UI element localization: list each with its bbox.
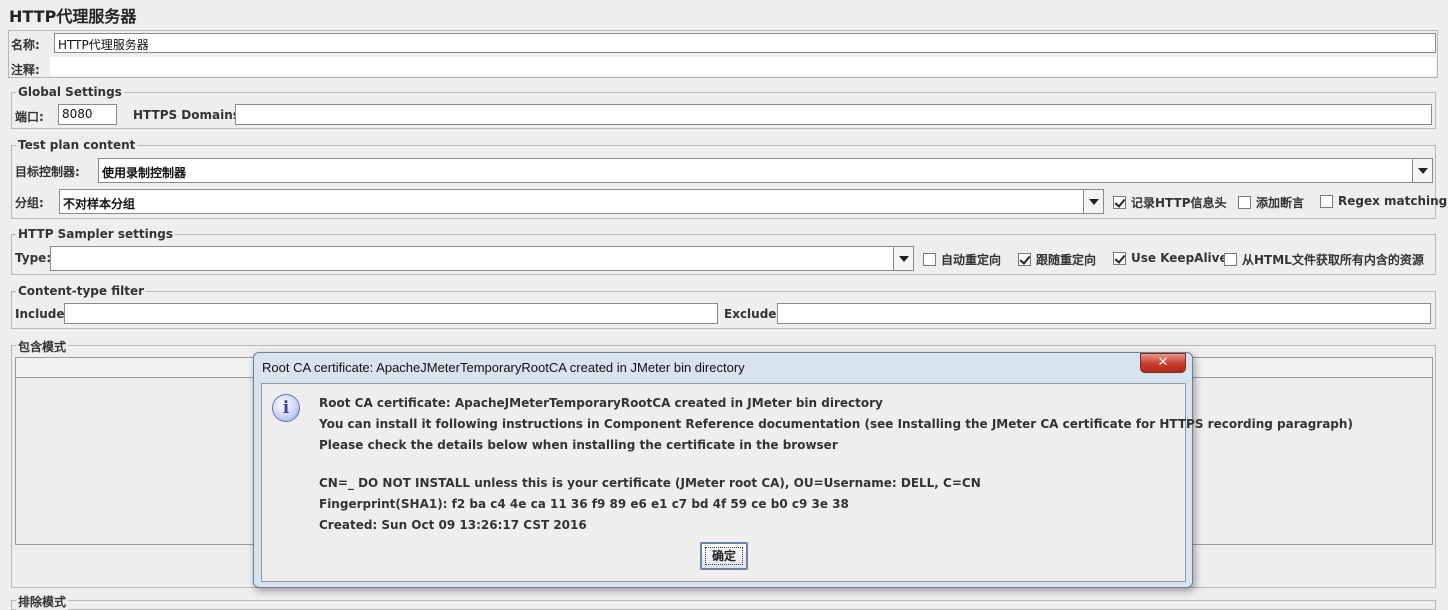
include-patterns-legend: 包含模式 xyxy=(16,338,69,355)
target-controller-label: 目标控制器: xyxy=(15,165,80,179)
https-domains-label: HTTPS Domains : xyxy=(133,108,249,122)
page-title: HTTP代理服务器 xyxy=(9,7,137,26)
auto-redirect-checkbox[interactable]: 自动重定向 xyxy=(923,251,1001,268)
auto-redirect-label: 自动重定向 xyxy=(941,253,1002,267)
close-icon: ✕ xyxy=(1157,355,1169,370)
record-http-headers-label: 记录HTTP信息头 xyxy=(1131,196,1227,210)
retrieve-resources-box[interactable] xyxy=(1224,253,1237,266)
dialog-body: i Root CA certificate: ApacheJMeterTempo… xyxy=(261,383,1353,582)
target-controller-dropdown-arrow[interactable] xyxy=(1412,159,1432,182)
info-icon: i xyxy=(272,394,300,422)
exclude-patterns-legend: 排除模式 xyxy=(16,593,69,610)
exclude-label: Exclude: xyxy=(724,307,782,321)
ok-button[interactable]: 确定 xyxy=(700,542,748,570)
chevron-down-icon xyxy=(1089,199,1099,205)
use-keepalive-label: Use KeepAlive xyxy=(1131,251,1228,265)
auto-redirect-box[interactable] xyxy=(923,253,936,266)
target-controller-select[interactable]: 使用录制控制器 xyxy=(98,158,1433,183)
name-input[interactable]: HTTP代理服务器 xyxy=(54,33,1436,53)
comment-input[interactable] xyxy=(50,57,1436,76)
port-label: 端口: xyxy=(15,110,44,124)
retrieve-resources-checkbox[interactable]: 从HTML文件获取所有内含的资源 xyxy=(1224,251,1424,268)
add-assertions-box[interactable] xyxy=(1238,196,1251,209)
close-button[interactable]: ✕ xyxy=(1140,353,1186,373)
exclude-input[interactable] xyxy=(777,303,1431,324)
dialog-title: Root CA certificate: ApacheJMeterTempora… xyxy=(262,360,745,375)
use-keepalive-box[interactable] xyxy=(1113,251,1126,265)
include-label: Include: xyxy=(15,307,70,321)
dialog-message-line-4: CN=_ DO NOT INSTALL unless this is your … xyxy=(319,476,981,490)
add-assertions-label: 添加断言 xyxy=(1256,196,1305,210)
target-controller-value: 使用录制控制器 xyxy=(102,166,187,180)
chevron-down-icon xyxy=(899,256,909,262)
comment-label: 注释: xyxy=(11,63,40,77)
content-filter-legend: Content-type filter xyxy=(16,284,146,298)
follow-redirect-checkbox[interactable]: 跟随重定向 xyxy=(1018,251,1096,268)
dialog-message-line-6: Created: Sun Oct 09 13:26:17 CST 2016 xyxy=(319,518,587,532)
use-keepalive-checkbox[interactable]: Use KeepAlive xyxy=(1113,251,1228,265)
include-input[interactable] xyxy=(64,303,718,324)
grouping-select[interactable]: 不对样本分组 xyxy=(59,189,1104,214)
https-domains-input[interactable] xyxy=(235,104,1432,125)
grouping-dropdown-arrow[interactable] xyxy=(1083,190,1103,213)
type-dropdown-arrow[interactable] xyxy=(893,247,913,270)
dialog-message-line-1: Root CA certificate: ApacheJMeterTempora… xyxy=(319,396,883,410)
record-http-headers-box[interactable] xyxy=(1113,196,1126,209)
regex-matching-checkbox[interactable]: Regex matching xyxy=(1320,194,1447,208)
type-select[interactable] xyxy=(50,246,914,271)
retrieve-resources-label: 从HTML文件获取所有内含的资源 xyxy=(1242,253,1424,267)
dialog-message-line-3: Please check the details below when inst… xyxy=(319,438,838,452)
add-assertions-checkbox[interactable]: 添加断言 xyxy=(1238,194,1304,211)
regex-matching-label: Regex matching xyxy=(1338,194,1448,208)
follow-redirect-box[interactable] xyxy=(1018,253,1031,266)
grouping-label: 分组: xyxy=(15,196,44,210)
test-plan-legend: Test plan content xyxy=(16,138,138,152)
sampler-settings-legend: HTTP Sampler settings xyxy=(16,227,175,241)
record-http-headers-checkbox[interactable]: 记录HTTP信息头 xyxy=(1113,194,1227,211)
dialog-message-line-5: Fingerprint(SHA1): f2 ba c4 4e ca 11 36 … xyxy=(319,497,849,511)
name-label: 名称: xyxy=(11,38,40,52)
exclude-patterns-panel xyxy=(11,600,1436,610)
grouping-value: 不对样本分组 xyxy=(63,197,136,211)
regex-matching-box[interactable] xyxy=(1320,194,1333,208)
global-settings-legend: Global Settings xyxy=(16,85,124,99)
chevron-down-icon xyxy=(1418,168,1428,174)
root-ca-dialog: Root CA certificate: ApacheJMeterTempora… xyxy=(253,352,1353,588)
port-input[interactable]: 8080 xyxy=(58,104,117,125)
type-label: Type: xyxy=(15,251,52,265)
dialog-message-line-2: You can install it following instruction… xyxy=(319,417,1353,431)
follow-redirect-label: 跟随重定向 xyxy=(1036,253,1097,267)
